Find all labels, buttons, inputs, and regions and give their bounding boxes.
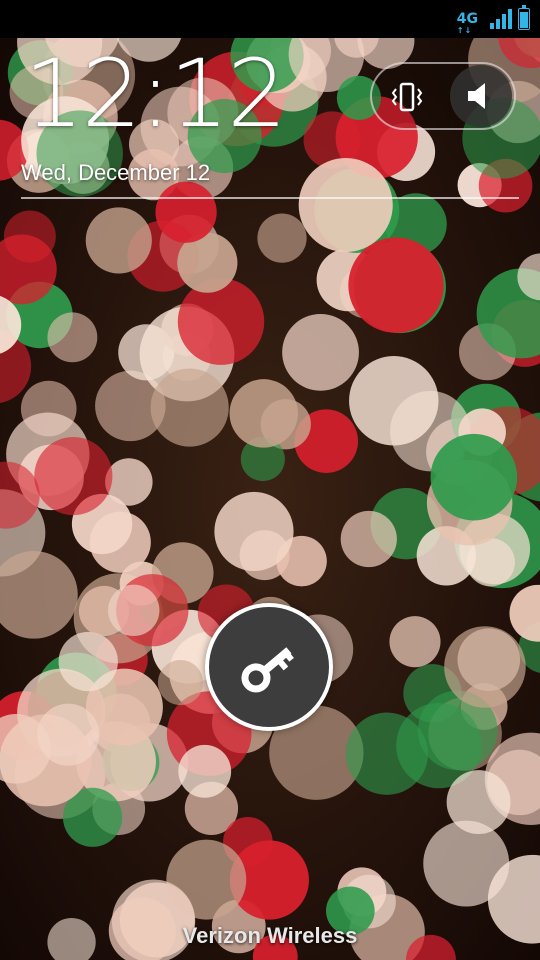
bokeh-light <box>423 820 510 907</box>
clock-time: 12:12 <box>24 40 287 149</box>
bokeh-light <box>34 437 113 516</box>
bokeh-light <box>348 237 444 333</box>
bokeh-light <box>257 213 307 263</box>
bokeh-light <box>47 312 98 363</box>
vibrate-icon[interactable] <box>380 70 434 124</box>
bokeh-light <box>58 631 118 692</box>
bokeh-light <box>177 278 265 365</box>
signal-strength-icon <box>490 9 512 29</box>
bokeh-light <box>157 660 204 706</box>
bokeh-light <box>229 379 298 448</box>
bokeh-light <box>214 491 294 572</box>
key-icon <box>241 647 294 693</box>
date-label: Wed, December 12 <box>21 160 211 185</box>
speaker-icon[interactable] <box>450 65 512 127</box>
bokeh-light <box>298 157 393 253</box>
bokeh-light <box>389 616 441 668</box>
carrier-label: Verizon Wireless <box>182 923 358 948</box>
bokeh-light <box>37 703 100 766</box>
bokeh-light <box>444 626 526 708</box>
bokeh-light <box>3 210 56 263</box>
bokeh-light <box>430 433 518 521</box>
bokeh-light <box>150 368 229 447</box>
bokeh-light <box>349 356 439 446</box>
network-activity-icon: ↑↓ <box>456 26 473 35</box>
bokeh-light <box>282 313 359 391</box>
bokeh-light <box>108 584 160 637</box>
sound-mode-toggle[interactable] <box>370 62 516 130</box>
network-4g-icon: 4G ↑↓ <box>456 11 478 35</box>
bokeh-light <box>85 207 152 274</box>
header-divider <box>21 197 519 199</box>
battery-icon <box>518 5 530 30</box>
bokeh-light <box>340 510 397 568</box>
bokeh-light <box>155 181 217 243</box>
bokeh-light <box>178 744 232 798</box>
unlock-handle[interactable] <box>205 603 333 731</box>
status-bar[interactable]: 4G ↑↓ <box>0 0 540 38</box>
bokeh-light <box>345 712 428 795</box>
bokeh-light <box>105 458 153 506</box>
